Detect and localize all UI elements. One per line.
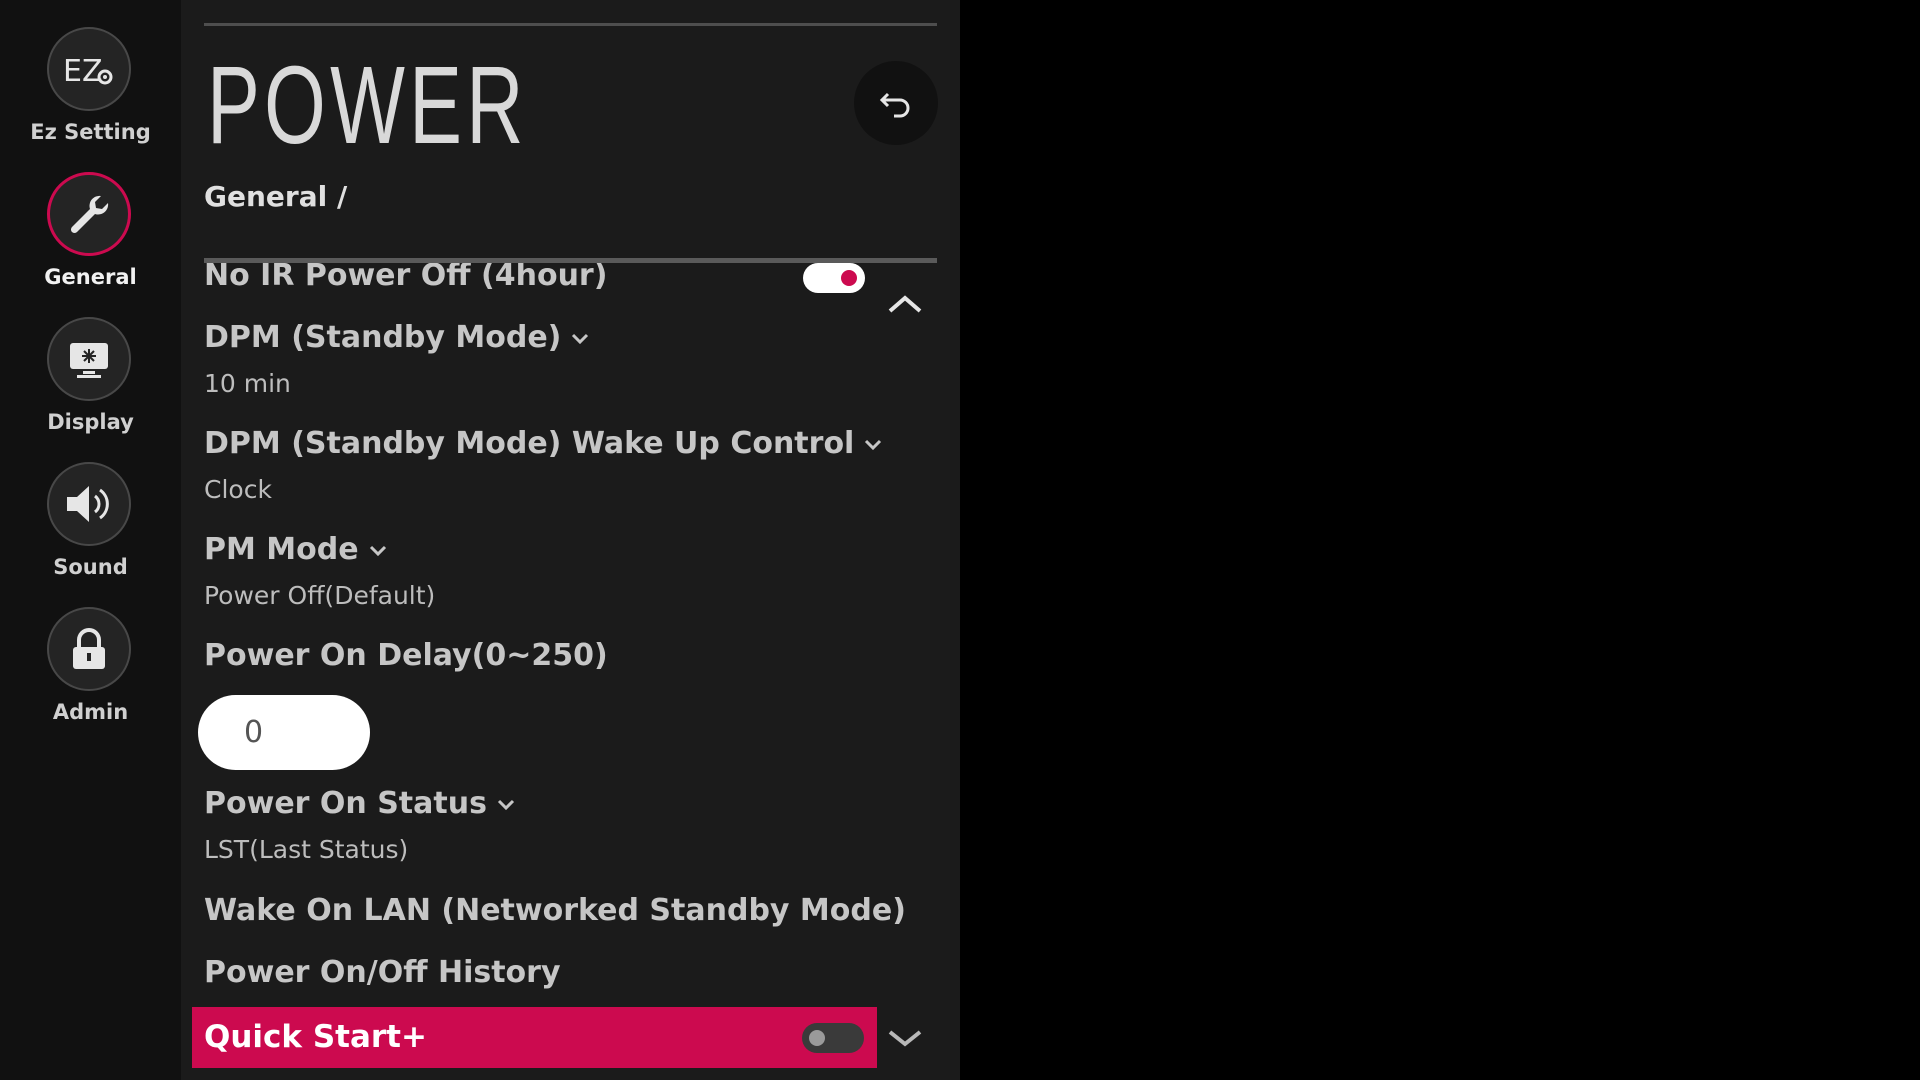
speaker-icon bbox=[47, 462, 131, 546]
wake-on-lan-label: Wake On LAN (Networked Standby Mode) bbox=[204, 893, 906, 928]
wrench-icon bbox=[47, 172, 131, 256]
pm-mode-value: Power Off(Default) bbox=[204, 581, 436, 610]
display-icon bbox=[47, 317, 131, 401]
back-arrow-icon bbox=[879, 92, 910, 118]
nav-label-admin: Admin bbox=[52, 700, 129, 724]
power-on-delay-input[interactable] bbox=[198, 695, 370, 770]
nav-item-sound[interactable]: Sound bbox=[0, 462, 181, 597]
nav-item-display[interactable]: Display bbox=[0, 317, 181, 452]
power-on-delay-label: Power On Delay(0~250) bbox=[204, 638, 608, 673]
settings-nav-rail: EZ Ez Setting General Display Sound Admi… bbox=[0, 0, 181, 1080]
power-on-status-label: Power On Status bbox=[204, 786, 487, 821]
scroll-up-icon[interactable] bbox=[887, 294, 923, 314]
chevron-down-icon bbox=[369, 545, 386, 556]
dpm-wake-value: Clock bbox=[204, 475, 272, 504]
setting-pm-mode[interactable]: PM Mode Power Off(Default) bbox=[204, 532, 944, 610]
setting-power-on-delay: Power On Delay(0~250) bbox=[204, 638, 944, 673]
toggle-knob bbox=[841, 270, 857, 286]
nav-label-display: Display bbox=[47, 410, 134, 434]
nav-label-general: General bbox=[44, 265, 137, 289]
dpm-label: DPM (Standby Mode) bbox=[204, 320, 562, 355]
scroll-down-icon[interactable] bbox=[887, 1028, 923, 1048]
ez-setting-icon: EZ bbox=[47, 27, 131, 111]
pm-mode-label: PM Mode bbox=[204, 532, 359, 567]
no-ir-power-off-toggle[interactable] bbox=[803, 263, 865, 293]
quick-start-toggle[interactable] bbox=[802, 1023, 864, 1053]
header-top-divider bbox=[204, 23, 937, 26]
nav-item-general[interactable]: General bbox=[0, 172, 181, 307]
list-top-divider bbox=[204, 258, 937, 263]
nav-item-ez-setting[interactable]: EZ Ez Setting bbox=[0, 27, 181, 162]
setting-power-on-status[interactable]: Power On Status LST(Last Status) bbox=[204, 786, 944, 864]
nav-label-sound: Sound bbox=[53, 555, 128, 579]
power-on-status-value: LST(Last Status) bbox=[204, 835, 409, 864]
dpm-value: 10 min bbox=[204, 369, 291, 398]
lock-icon bbox=[47, 607, 131, 691]
page-title: POWER bbox=[207, 44, 528, 167]
setting-dpm-wake-up-control[interactable]: DPM (Standby Mode) Wake Up Control Clock bbox=[204, 426, 944, 504]
dpm-wake-label: DPM (Standby Mode) Wake Up Control bbox=[204, 426, 855, 461]
svg-text:EZ: EZ bbox=[63, 54, 103, 89]
setting-dpm[interactable]: DPM (Standby Mode) 10 min bbox=[204, 320, 944, 398]
setting-wake-on-lan[interactable]: Wake On LAN (Networked Standby Mode) bbox=[204, 893, 944, 928]
setting-power-on-off-history[interactable]: Power On/Off History bbox=[204, 955, 944, 990]
quick-start-label: Quick Start+ bbox=[204, 1019, 427, 1055]
back-button[interactable] bbox=[854, 61, 938, 145]
no-ir-power-off-label: No IR Power Off (4hour) bbox=[204, 258, 608, 293]
chevron-down-icon bbox=[572, 333, 589, 344]
power-history-label: Power On/Off History bbox=[204, 955, 561, 990]
power-settings-panel: POWER General / No IR Power Off (4hour) … bbox=[181, 0, 960, 1080]
chevron-down-icon bbox=[497, 799, 515, 810]
chevron-down-icon bbox=[865, 439, 882, 450]
scroll-clip bbox=[181, 232, 960, 258]
nav-label-ez-setting: Ez Setting bbox=[30, 120, 151, 144]
nav-item-admin[interactable]: Admin bbox=[0, 607, 181, 742]
setting-quick-start-focused[interactable]: Quick Start+ bbox=[192, 1007, 877, 1068]
breadcrumb: General / bbox=[204, 180, 348, 213]
toggle-knob bbox=[809, 1030, 825, 1046]
